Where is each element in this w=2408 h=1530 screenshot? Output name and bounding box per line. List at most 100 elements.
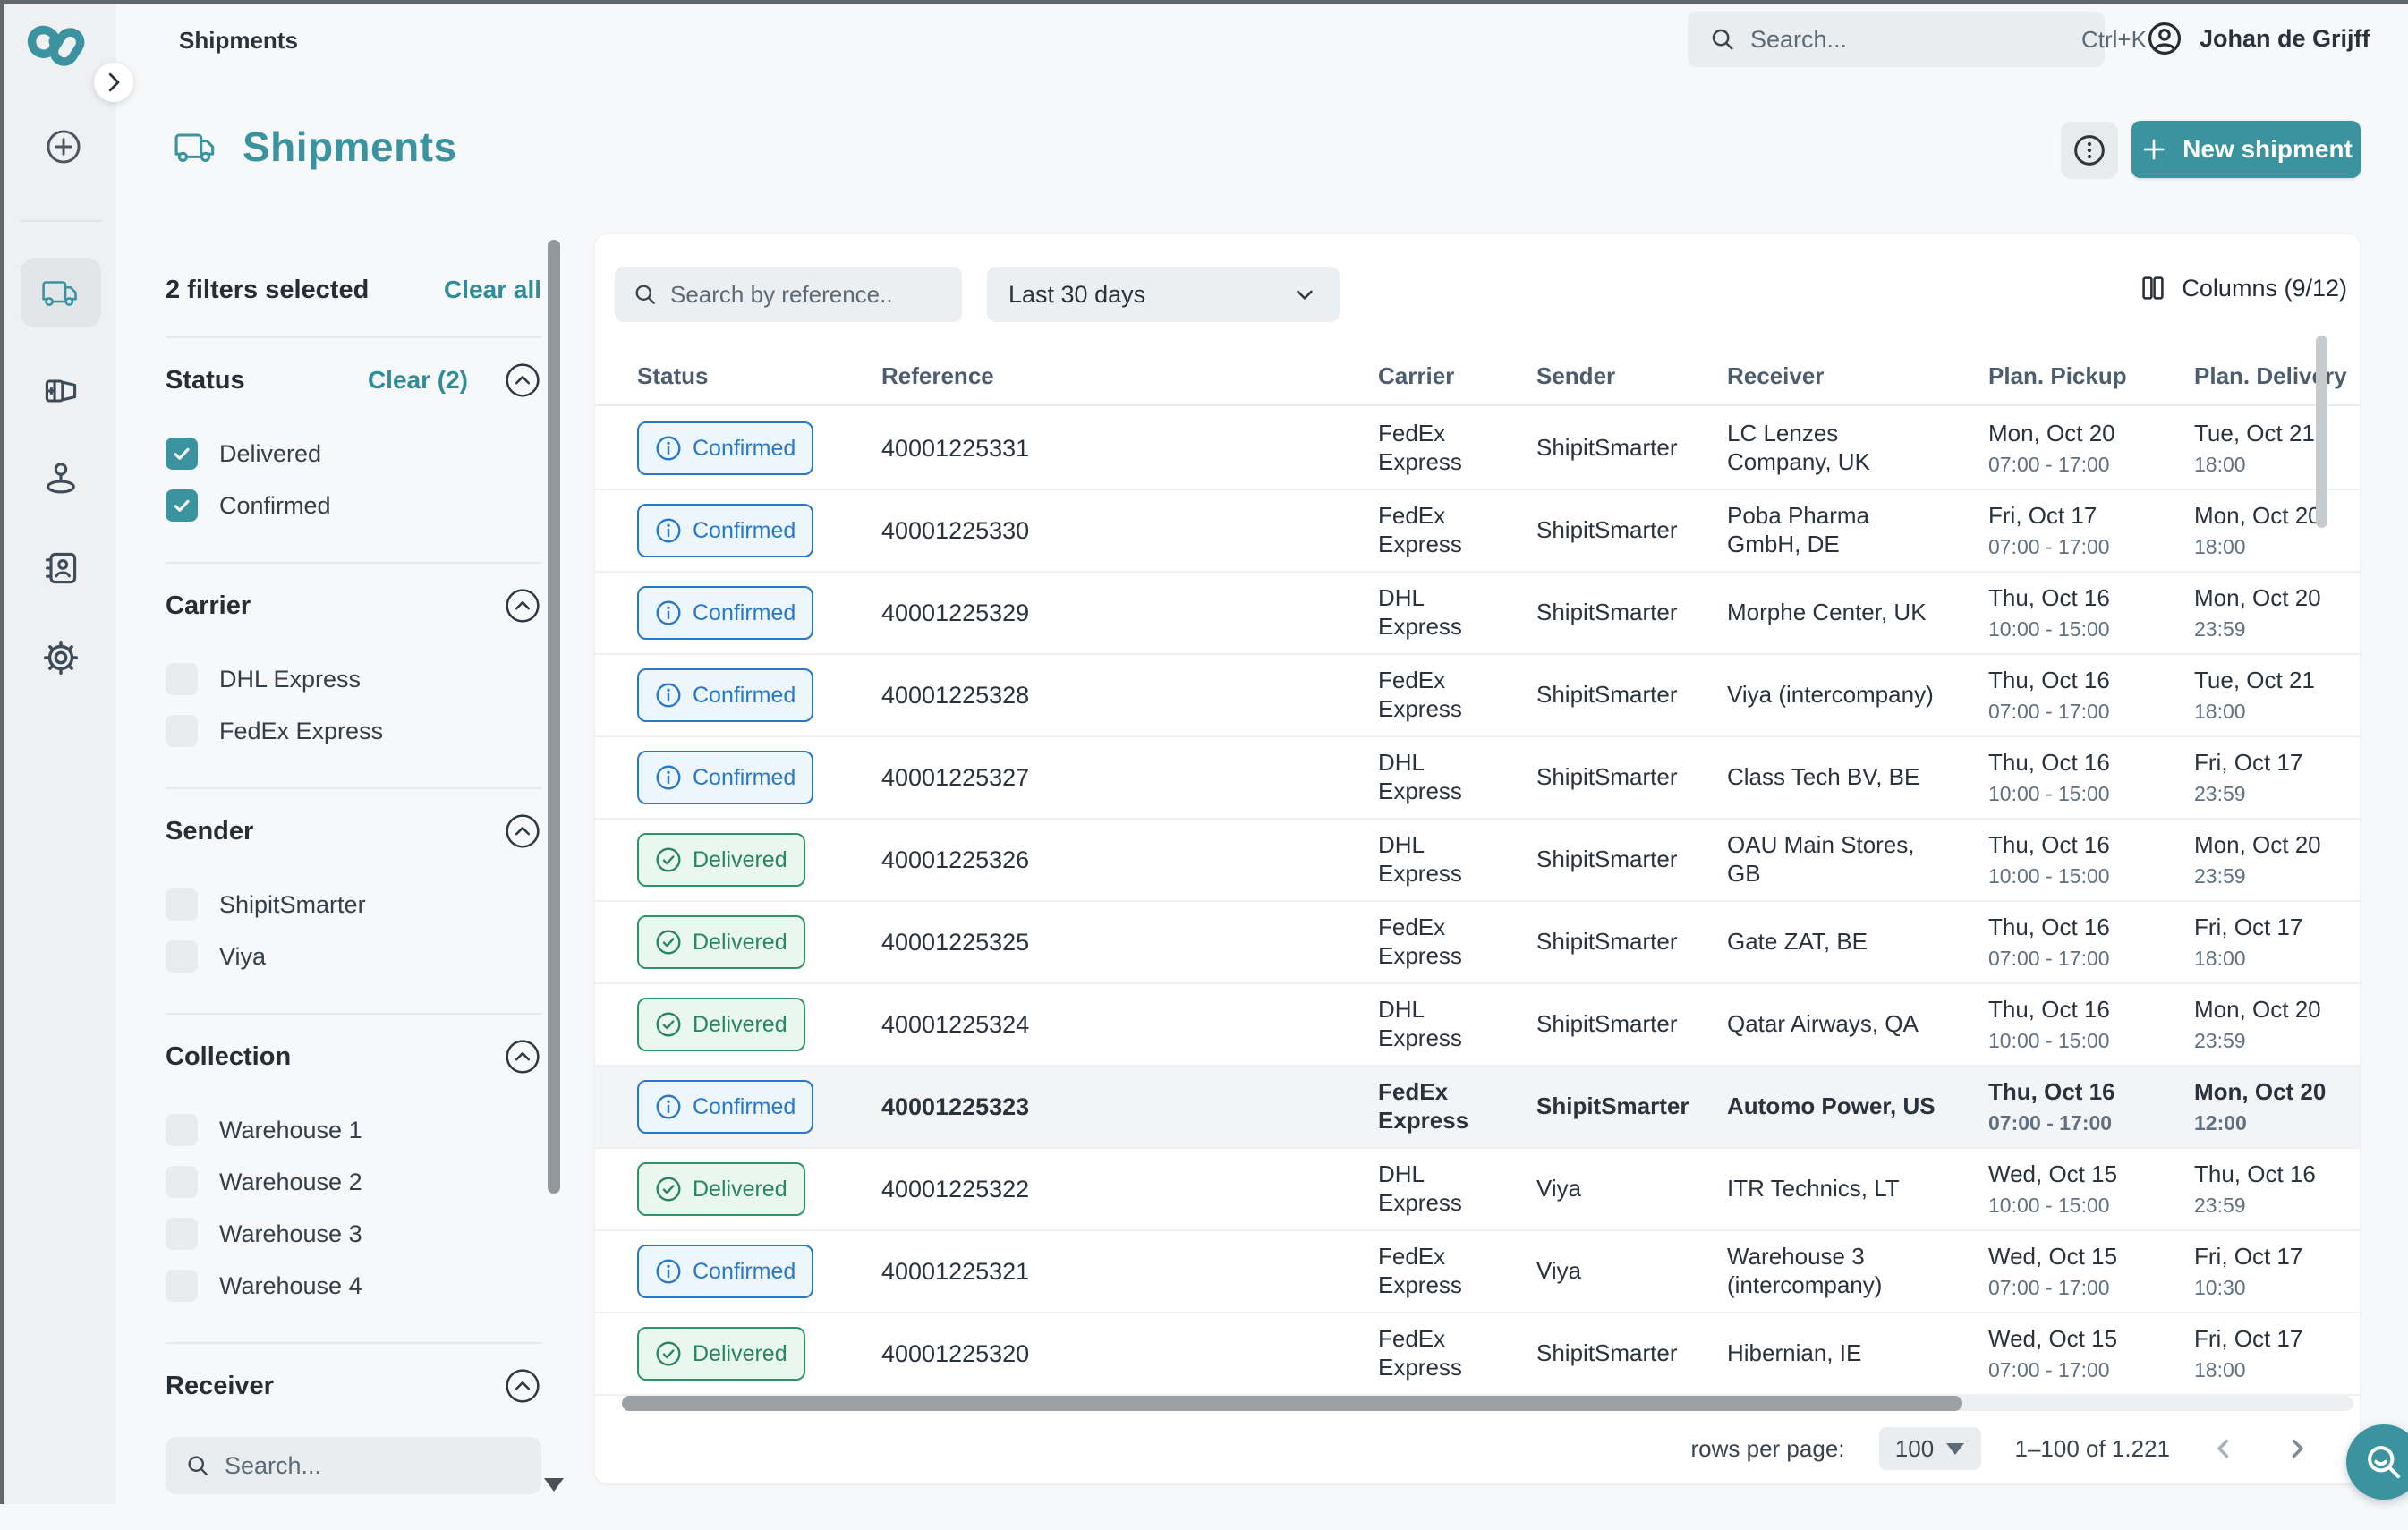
status-badge[interactable]: Delivered: [637, 1162, 805, 1216]
table-vertical-scrollbar[interactable]: [2316, 336, 2327, 528]
page-info-button[interactable]: [2061, 122, 2118, 179]
clear-section-link[interactable]: Clear (2): [368, 366, 468, 395]
new-shipment-button[interactable]: New shipment: [2131, 121, 2361, 178]
column-header[interactable]: Status: [637, 362, 881, 390]
chevron-up-circle-icon[interactable]: [504, 587, 541, 625]
column-header[interactable]: Sender: [1536, 362, 1727, 390]
table-row[interactable]: Confirmed40001225329DHL ExpressShipitSma…: [595, 573, 2360, 655]
table-horizontal-scrollbar[interactable]: [622, 1396, 2353, 1411]
checkbox[interactable]: [166, 940, 198, 973]
clear-all-filters-link[interactable]: Clear all: [444, 276, 541, 304]
status-label: Confirmed: [693, 436, 796, 462]
filter-option[interactable]: Delivered: [166, 433, 541, 474]
chevron-up-circle-icon[interactable]: [504, 1367, 541, 1405]
filter-option-label: Warehouse 4: [219, 1272, 362, 1300]
reference-cell: 40001225326: [881, 846, 1378, 875]
checkbox[interactable]: [166, 1166, 198, 1198]
checkbox[interactable]: [166, 1114, 198, 1146]
previous-page-button[interactable]: [2204, 1429, 2243, 1468]
table-row[interactable]: Confirmed40001225327DHL ExpressShipitSma…: [595, 737, 2360, 820]
filter-option[interactable]: Viya: [166, 936, 541, 977]
sidebar-item-settings[interactable]: [21, 623, 101, 693]
table-row[interactable]: Delivered40001225324DHL ExpressShipitSma…: [595, 984, 2360, 1067]
sidebar-expand-button[interactable]: [94, 63, 133, 102]
filter-option[interactable]: FedEx Express: [166, 710, 541, 752]
filter-option[interactable]: Warehouse 2: [166, 1161, 541, 1203]
chevron-right-icon: [100, 69, 127, 96]
status-badge[interactable]: Confirmed: [637, 668, 813, 722]
sender-cell: ShipitSmarter: [1536, 846, 1727, 874]
receiver-search-input[interactable]: [225, 1452, 541, 1480]
column-header[interactable]: Plan. Pickup: [1988, 362, 2194, 390]
status-badge[interactable]: Confirmed: [637, 421, 813, 475]
delivery-cell: Mon, Oct 2023:59: [2194, 584, 2360, 642]
sidebar-item-containers[interactable]: [21, 356, 101, 426]
table-row[interactable]: Confirmed40001225328FedEx ExpressShipitS…: [595, 655, 2360, 737]
delivery-cell: Tue, Oct 2118:00: [2194, 667, 2360, 724]
horizontal-scrollbar-thumb[interactable]: [622, 1396, 1962, 1411]
plus-icon: [2140, 135, 2168, 164]
reference-search-input[interactable]: [670, 281, 944, 309]
filter-option[interactable]: Warehouse 1: [166, 1109, 541, 1151]
checkbox[interactable]: [166, 438, 198, 470]
table-row[interactable]: Delivered40001225320FedEx ExpressShipitS…: [595, 1313, 2360, 1396]
table-row[interactable]: Delivered40001225326DHL ExpressShipitSma…: [595, 820, 2360, 902]
status-badge[interactable]: Delivered: [637, 1327, 805, 1381]
table-row[interactable]: Confirmed40001225321FedEx ExpressViyaWar…: [595, 1231, 2360, 1313]
filter-option[interactable]: Warehouse 3: [166, 1213, 541, 1254]
next-page-button[interactable]: [2277, 1429, 2317, 1468]
filter-option[interactable]: Warehouse 4: [166, 1265, 541, 1306]
sidebar-item-contacts[interactable]: [21, 533, 101, 603]
table-row[interactable]: Confirmed40001225331FedEx ExpressShipitS…: [595, 408, 2360, 490]
columns-button[interactable]: Columns (9/12): [2139, 274, 2347, 302]
filter-option-label: Warehouse 1: [219, 1117, 362, 1144]
filter-section-receiver: Receiver: [166, 1344, 541, 1530]
filter-panel-scrollbar[interactable]: [548, 240, 560, 1194]
column-header[interactable]: Carrier: [1378, 362, 1536, 390]
search-fab[interactable]: [2346, 1424, 2408, 1500]
column-header[interactable]: Plan. Delivery: [2194, 362, 2360, 390]
column-header[interactable]: Receiver: [1727, 362, 1988, 390]
date-range-dropdown[interactable]: Last 30 days: [987, 267, 1340, 322]
column-header[interactable]: Reference: [881, 362, 1378, 390]
status-badge[interactable]: Confirmed: [637, 1080, 813, 1134]
table-row[interactable]: Confirmed40001225323FedEx ExpressShipitS…: [595, 1067, 2360, 1149]
sidebar-item-tracking[interactable]: [21, 444, 101, 514]
status-badge[interactable]: Confirmed: [637, 504, 813, 557]
global-search-input[interactable]: [1750, 26, 2067, 54]
reference-search[interactable]: [615, 267, 962, 322]
chevron-up-circle-icon[interactable]: [504, 361, 541, 399]
filter-option[interactable]: ShipitSmarter: [166, 884, 541, 925]
chevron-up-circle-icon[interactable]: [504, 812, 541, 850]
status-badge[interactable]: Confirmed: [637, 751, 813, 804]
pickup-cell: Thu, Oct 1607:00 - 17:00: [1988, 667, 2194, 724]
table-row[interactable]: Delivered40001225322DHL ExpressViyaITR T…: [595, 1149, 2360, 1231]
status-badge[interactable]: Confirmed: [637, 1245, 813, 1298]
checkbox[interactable]: [166, 1218, 198, 1250]
checkbox[interactable]: [166, 1270, 198, 1302]
receiver-cell: Gate ZAT, BE: [1727, 928, 1988, 956]
checkbox[interactable]: [166, 489, 198, 522]
contacts-icon: [41, 548, 81, 588]
filter-section-collection: CollectionWarehouse 1Warehouse 2Warehous…: [166, 1015, 541, 1342]
filter-scroll-down-arrow[interactable]: [544, 1478, 564, 1492]
status-badge[interactable]: Confirmed: [637, 586, 813, 640]
checkbox[interactable]: [166, 888, 198, 921]
status-badge[interactable]: Delivered: [637, 833, 805, 887]
rows-per-page-select[interactable]: 100: [1879, 1427, 1981, 1470]
chevron-up-circle-icon[interactable]: [504, 1038, 541, 1075]
new-item-button[interactable]: [44, 127, 83, 166]
table-row[interactable]: Delivered40001225325FedEx ExpressShipitS…: [595, 902, 2360, 984]
receiver-search[interactable]: [166, 1437, 541, 1494]
table-row[interactable]: Confirmed40001225330FedEx ExpressShipitS…: [595, 490, 2360, 573]
filter-option[interactable]: Confirmed: [166, 485, 541, 526]
status-badge[interactable]: Delivered: [637, 915, 805, 969]
status-badge[interactable]: Delivered: [637, 998, 805, 1051]
checkbox[interactable]: [166, 715, 198, 747]
user-menu[interactable]: Johan de Grijff: [2146, 20, 2370, 57]
filter-section-sender: SenderShipitSmarterViya: [166, 789, 541, 1013]
filter-option[interactable]: DHL Express: [166, 659, 541, 700]
global-search[interactable]: Ctrl+K: [1688, 12, 2105, 67]
sidebar-item-shipments[interactable]: [21, 258, 101, 327]
checkbox[interactable]: [166, 663, 198, 695]
